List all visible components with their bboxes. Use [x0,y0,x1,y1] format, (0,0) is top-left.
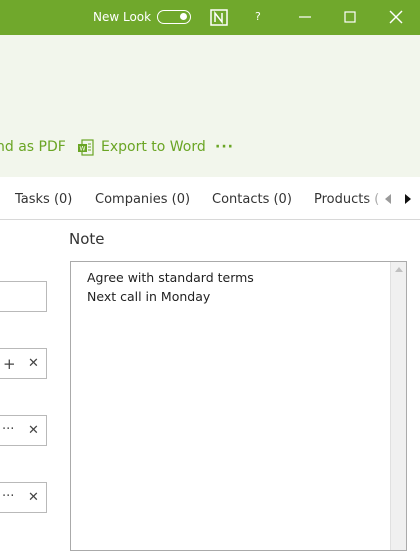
new-look-label: New Look [93,10,152,24]
note-scrollbar[interactable] [390,262,406,550]
note-line: Agree with standard terms [87,270,254,285]
send-as-pdf-button[interactable]: nd as PDF [0,139,66,155]
tab-tasks[interactable]: Tasks (0) [15,192,72,207]
scroll-up-icon[interactable] [395,267,403,272]
word-doc-icon: W [78,139,94,156]
minimize-icon[interactable] [296,8,314,26]
toggle-knob [180,13,187,20]
tab-scroll-right-icon[interactable] [405,194,411,204]
close-icon[interactable] [387,8,405,26]
tab-scroll-left-icon[interactable] [385,194,391,204]
clear-icon[interactable]: ✕ [28,490,39,505]
tab-fade [366,185,384,213]
note-label: Note [69,230,105,248]
more-icon[interactable]: ··· [2,422,14,437]
new-look-toggle[interactable] [157,10,191,24]
text-field[interactable] [0,281,47,312]
export-to-word-label: Export to Word [101,139,206,155]
note-line: Next call in Monday [87,289,211,304]
more-icon[interactable]: ··· [2,489,14,504]
onenote-like-n-icon[interactable] [210,9,228,26]
clear-icon[interactable]: ✕ [28,423,39,438]
lookup-field[interactable]: ··· ✕ [0,415,47,446]
tab-companies[interactable]: Companies (0) [95,192,190,207]
lookup-field[interactable]: ··· ✕ [0,482,47,513]
help-button[interactable]: ? [255,10,261,23]
related-tabs: Tasks (0) Companies (0) Contacts (0) Pro… [0,177,420,220]
tab-contacts[interactable]: Contacts (0) [212,192,292,207]
svg-text:W: W [80,146,86,153]
lookup-field[interactable]: + ✕ [0,348,47,379]
export-to-word-button[interactable]: W Export to Word [77,139,206,159]
title-bar: New Look ? [0,0,420,35]
maximize-icon[interactable] [341,8,359,26]
ribbon: nd as PDF W Export to Word ··· [0,35,420,177]
more-options-button[interactable]: ··· [215,139,234,155]
clear-icon[interactable]: ✕ [28,356,39,371]
add-icon[interactable]: + [3,355,16,373]
note-textarea[interactable]: Agree with standard terms Next call in M… [70,261,407,551]
